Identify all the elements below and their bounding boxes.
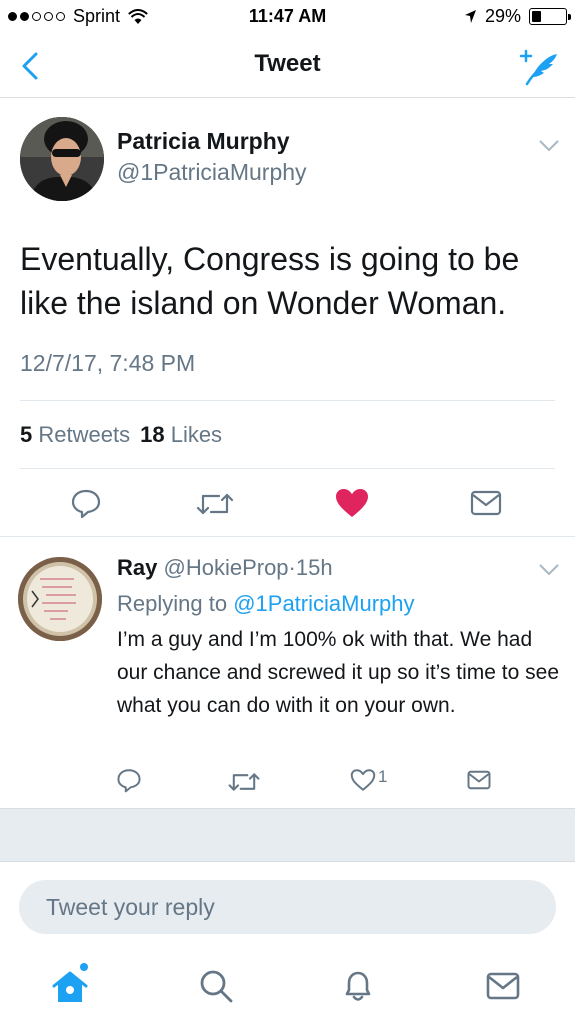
section-separator (0, 808, 575, 862)
like-count: 18 (140, 422, 165, 447)
reply-placeholder: Tweet your reply (46, 894, 215, 920)
status-bar: Sprint 11:47 AM 29% (0, 0, 575, 34)
nav-bar: Tweet (0, 34, 575, 98)
separator: · (288, 555, 296, 580)
like-stat[interactable]: 18 Likes (140, 422, 222, 447)
tweet-stats: 5 Retweets 18 Likes (20, 422, 222, 448)
reply-author-handle[interactable]: @HokieProp (163, 555, 288, 580)
avatar-photo (20, 117, 104, 201)
chevron-down-icon[interactable] (538, 563, 560, 577)
tweet-text: Eventually, Congress is going to be like… (20, 241, 520, 321)
like-heart-outline-icon[interactable] (349, 768, 377, 792)
reply-time: 15h (295, 555, 333, 580)
avatar[interactable] (20, 117, 104, 201)
location-arrow-icon (464, 10, 476, 23)
retweet-stat[interactable]: 5 Retweets (20, 422, 130, 447)
author-name[interactable]: Patricia Murphy (117, 128, 290, 155)
reply-compose-input[interactable]: Tweet your reply (19, 880, 556, 934)
reply-icon[interactable] (116, 767, 142, 793)
messages-icon[interactable] (483, 966, 523, 1006)
reply-avatar[interactable] (18, 557, 102, 641)
reply-author-name[interactable]: Ray (117, 555, 157, 580)
reply-text: I’m a guy and I’m 100% ok with that. We … (117, 628, 560, 717)
like-label: Likes (170, 422, 223, 447)
compose-tweet-icon[interactable] (515, 46, 561, 86)
reply-header: Ray @HokieProp·15h (117, 555, 333, 581)
divider (20, 400, 555, 401)
battery-icon (529, 8, 571, 25)
direct-message-icon[interactable] (470, 489, 502, 517)
replying-to: Replying to @1PatriciaMurphy (117, 591, 415, 617)
notifications-icon[interactable] (338, 966, 378, 1006)
battery-level (532, 11, 542, 22)
replying-to-mention[interactable]: @1PatriciaMurphy (233, 591, 414, 616)
page-title: Tweet (254, 50, 321, 77)
avatar-photo (18, 557, 102, 641)
direct-message-icon[interactable] (467, 769, 491, 791)
retweet-icon[interactable] (227, 769, 261, 795)
reply-icon[interactable] (70, 487, 102, 519)
divider (20, 468, 555, 469)
retweet-icon[interactable] (195, 489, 235, 519)
replying-to-label: Replying to (117, 591, 228, 616)
author-handle[interactable]: @1PatriciaMurphy (117, 159, 307, 186)
search-icon[interactable] (196, 966, 236, 1006)
tweet-timestamp: 12/7/17, 7:48 PM (20, 350, 196, 376)
new-content-dot (80, 963, 88, 971)
retweet-count: 5 (20, 422, 33, 447)
battery-area: 29% (464, 6, 571, 27)
reply-tweet[interactable]: Ray @HokieProp·15h Replying to @1Patrici… (0, 536, 575, 808)
chevron-down-icon[interactable] (538, 139, 560, 153)
battery-percent: 29% (484, 6, 521, 26)
reply-like-count: 1 (378, 767, 388, 786)
tab-bar (0, 950, 575, 1024)
like-heart-icon[interactable] (334, 487, 370, 519)
retweet-label: Retweets (38, 422, 131, 447)
home-icon[interactable] (50, 966, 90, 1006)
